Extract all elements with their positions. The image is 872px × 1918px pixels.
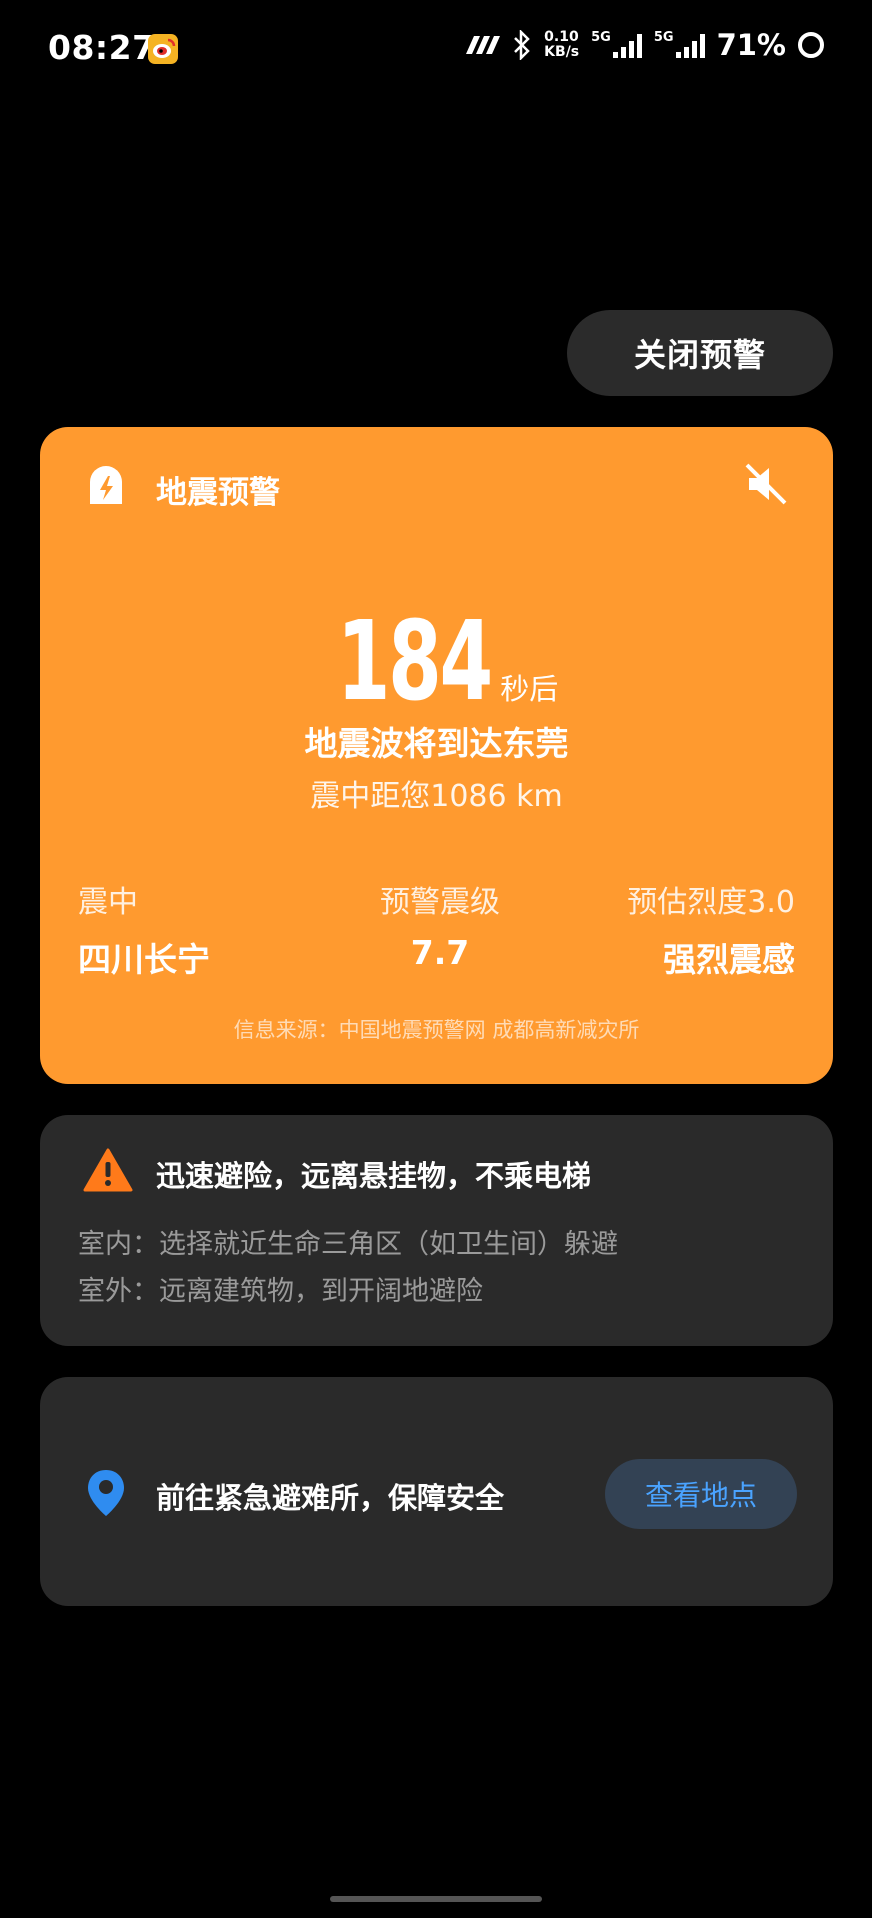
epicenter-value: 四川长宁 [78, 940, 210, 979]
advice-indoor: 室内：选择就近生命三角区（如卫生间）躲避 [78, 1229, 618, 1260]
signal-1: 5G [591, 29, 642, 58]
network-speed: 0.10 KB/s [544, 30, 579, 60]
magnitude-info: 预警震级 7.7 [370, 877, 510, 972]
mute-icon[interactable] [743, 461, 789, 507]
distance-text: 震中距您1086 km [310, 779, 563, 814]
earthquake-alert-card: 地震预警 184 秒后 地震波将到达东莞 震中距您1086 km 震中 四川长宁 … [40, 427, 833, 1084]
safety-advice-card: 迅速避险，远离悬挂物，不乘电梯 室内：选择就近生命三角区（如卫生间）躲避 室外：… [40, 1115, 833, 1346]
nfc-icon [466, 36, 501, 54]
advice-outdoor: 室外：远离建筑物，到开阔地避险 [78, 1276, 483, 1307]
location-pin-icon [88, 1470, 124, 1516]
countdown: 184 秒后 [40, 597, 833, 725]
status-time: 08:27 [48, 28, 156, 67]
close-alert-button[interactable]: 关闭预警 [567, 310, 833, 396]
magnitude-value: 7.7 [410, 933, 470, 972]
net-label-1: 5G [591, 29, 611, 45]
signal-2: 5G [653, 29, 705, 58]
battery-ring-icon [798, 32, 824, 58]
intensity-info: 预估烈度3.0 强烈震感 [627, 877, 795, 981]
battery-percent: 71% [716, 28, 786, 62]
countdown-unit: 秒后 [500, 672, 559, 706]
magnitude-label: 预警震级 [380, 885, 500, 920]
view-location-button[interactable]: 查看地点 [605, 1459, 797, 1529]
signal-icon [612, 32, 642, 58]
intensity-label: 预估烈度3.0 [627, 885, 795, 920]
alert-title: 地震预警 [156, 475, 280, 511]
epicenter-label: 震中 [78, 885, 138, 920]
shelter-text: 前往紧急避难所，保障安全 [156, 1481, 505, 1515]
countdown-seconds: 184 [336, 597, 492, 725]
speed-value: 0.10 [544, 29, 579, 45]
weibo-icon [148, 34, 178, 64]
net-label-2: 5G [653, 29, 674, 45]
status-right: 0.10 KB/s 5G 5G 71% [464, 28, 824, 62]
status-bar: 08:27 0.10 KB/s 5G 5G 71% [0, 0, 872, 100]
speed-unit: KB/s [544, 44, 580, 60]
info-source: 信息来源：中国地震预警网 成都高新减灾所 [233, 1018, 640, 1042]
epicenter-info: 震中 四川长宁 [78, 877, 210, 981]
signal-icon [675, 32, 705, 58]
arrival-text: 地震波将到达东莞 [304, 724, 569, 763]
earthquake-alert-icon [90, 466, 122, 504]
bluetooth-icon [514, 30, 530, 60]
warning-icon [83, 1148, 133, 1192]
advice-title: 迅速避险，远离悬挂物，不乘电梯 [156, 1159, 592, 1193]
shelter-card: 前往紧急避难所，保障安全 查看地点 [40, 1377, 833, 1606]
intensity-value: 强烈震感 [663, 940, 795, 979]
home-indicator[interactable] [330, 1896, 542, 1902]
